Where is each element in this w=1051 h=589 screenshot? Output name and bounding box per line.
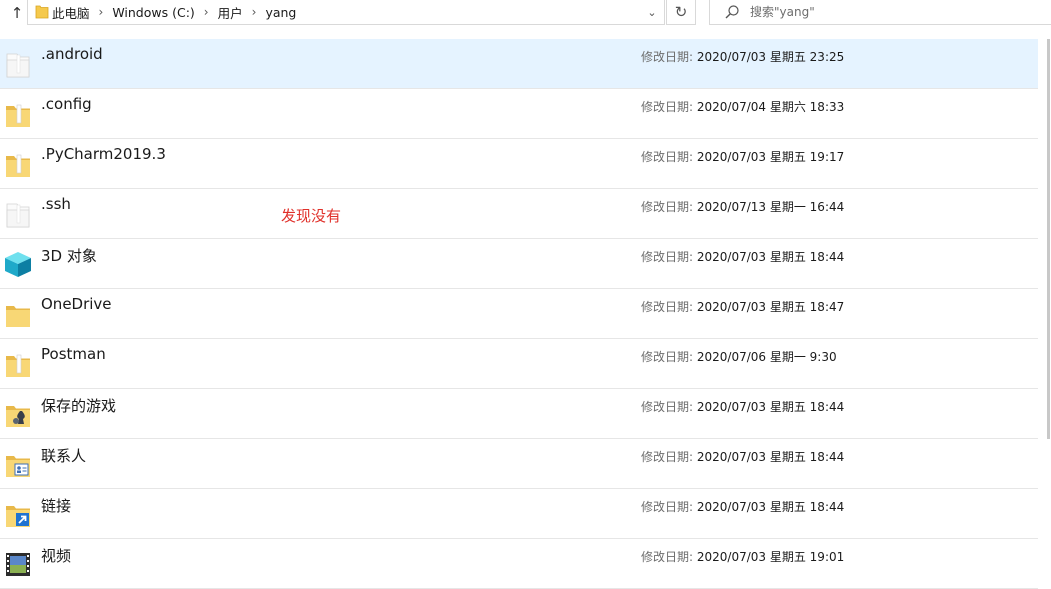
modified-date-value: 2020/07/03 星期五 23:25: [696, 50, 845, 64]
modified-date-value: 2020/07/03 星期五 18:44: [696, 500, 845, 514]
item-modified-date: 修改日期: 2020/07/03 星期五 18:44: [641, 398, 844, 415]
item-modified-date: 修改日期: 2020/07/03 星期五 19:01: [641, 548, 844, 565]
contacts-icon: [3, 449, 33, 479]
item-modified-date: 修改日期: 2020/07/03 星期五 18:44: [641, 248, 844, 265]
folder-icon: [3, 349, 33, 379]
breadcrumb-separator-icon[interactable]: ›: [99, 5, 104, 19]
item-name: 链接: [41, 497, 72, 515]
links-icon: [3, 499, 33, 529]
file-list-item[interactable]: 链接 修改日期: 2020/07/03 星期五 18:44: [0, 489, 1038, 539]
search-placeholder[interactable]: 搜索"yang": [750, 0, 815, 24]
item-modified-date: 修改日期: 2020/07/03 星期五 19:17: [641, 148, 844, 165]
folder-icon: [3, 149, 33, 179]
item-modified-date: 修改日期: 2020/07/03 星期五 18:47: [641, 298, 844, 315]
item-name: .config: [41, 95, 92, 113]
breadcrumb-yang[interactable]: yang: [265, 5, 296, 20]
file-list-item[interactable]: 3D 对象 修改日期: 2020/07/03 星期五 18:44: [0, 239, 1038, 289]
videos-icon: [3, 549, 33, 579]
modified-date-value: 2020/07/04 星期六 18:33: [696, 100, 845, 114]
saved-games-icon: [3, 399, 33, 429]
modified-date-label: 修改日期:: [641, 350, 694, 364]
modified-date-value: 2020/07/06 星期一 9:30: [696, 350, 837, 364]
modified-date-value: 2020/07/03 星期五 18:47: [696, 300, 845, 314]
modified-date-label: 修改日期:: [641, 450, 694, 464]
item-name: .ssh: [41, 195, 71, 213]
modified-date-label: 修改日期:: [641, 250, 694, 264]
file-list-item[interactable]: 视频 修改日期: 2020/07/03 星期五 19:01: [0, 539, 1038, 589]
breadcrumb-separator-icon[interactable]: ›: [252, 5, 257, 19]
onedrive-folder-icon: [3, 299, 33, 329]
modified-date-value: 2020/07/03 星期五 19:01: [696, 550, 845, 564]
item-modified-date: 修改日期: 2020/07/04 星期六 18:33: [641, 98, 844, 115]
item-name: .PyCharm2019.3: [41, 145, 166, 163]
breadcrumb-separator-icon[interactable]: ›: [204, 5, 209, 19]
search-icon: [725, 5, 739, 19]
item-name: .android: [41, 45, 103, 63]
modified-date-value: 2020/07/03 星期五 18:44: [696, 400, 845, 414]
up-arrow-icon[interactable]: ↑: [6, 2, 28, 24]
file-list-item[interactable]: 联系人 修改日期: 2020/07/03 星期五 18:44: [0, 439, 1038, 489]
item-name: 3D 对象: [41, 247, 97, 265]
address-bar[interactable]: 此电脑 › Windows (C:) › 用户 › yang ⌄: [27, 0, 665, 25]
folder-icon: [3, 99, 33, 129]
search-box[interactable]: 搜索"yang": [709, 0, 1051, 25]
file-list-item[interactable]: Postman 修改日期: 2020/07/06 星期一 9:30: [0, 339, 1038, 389]
chevron-down-icon[interactable]: ⌄: [640, 0, 664, 24]
item-name: 视频: [41, 547, 72, 565]
item-name: 联系人: [41, 447, 87, 465]
modified-date-label: 修改日期:: [641, 550, 694, 564]
item-modified-date: 修改日期: 2020/07/03 星期五 18:44: [641, 498, 844, 515]
item-name: Postman: [41, 345, 106, 363]
3d-objects-icon: [3, 249, 33, 279]
folder-plain-icon: [3, 49, 33, 79]
file-list-item[interactable]: .android 修改日期: 2020/07/03 星期五 23:25: [0, 39, 1038, 89]
annotation-text: 发现没有: [281, 207, 342, 225]
file-list: .android 修改日期: 2020/07/03 星期五 23:25 .confi…: [0, 39, 1038, 589]
breadcrumb-windows-drive[interactable]: Windows (C:): [112, 5, 194, 20]
file-list-item[interactable]: .ssh 修改日期: 2020/07/13 星期一 16:44: [0, 189, 1038, 239]
modified-date-label: 修改日期:: [641, 200, 694, 214]
modified-date-label: 修改日期:: [641, 100, 694, 114]
item-modified-date: 修改日期: 2020/07/03 星期五 23:25: [641, 48, 844, 65]
item-name: OneDrive: [41, 295, 112, 313]
modified-date-value: 2020/07/03 星期五 19:17: [696, 150, 845, 164]
refresh-icon[interactable]: ↻: [666, 0, 696, 25]
scrollbar-thumb[interactable]: [1047, 39, 1050, 439]
modified-date-value: 2020/07/03 星期五 18:44: [696, 450, 845, 464]
modified-date-value: 2020/07/13 星期一 16:44: [696, 200, 845, 214]
modified-date-label: 修改日期:: [641, 500, 694, 514]
modified-date-label: 修改日期:: [641, 150, 694, 164]
breadcrumb-this-pc[interactable]: 此电脑: [52, 3, 90, 22]
modified-date-label: 修改日期:: [641, 300, 694, 314]
address-toolbar: ↑ 此电脑 › Windows (C:) › 用户 › yang ⌄ ↻ 搜索"…: [0, 0, 1051, 26]
modified-date-label: 修改日期:: [641, 50, 694, 64]
breadcrumb-users[interactable]: 用户: [218, 3, 243, 22]
file-list-item[interactable]: .PyCharm2019.3 修改日期: 2020/07/03 星期五 19:17: [0, 139, 1038, 189]
folder-plain-icon: [3, 199, 33, 229]
modified-date-value: 2020/07/03 星期五 18:44: [696, 250, 845, 264]
item-modified-date: 修改日期: 2020/07/06 星期一 9:30: [641, 348, 837, 365]
item-modified-date: 修改日期: 2020/07/03 星期五 18:44: [641, 448, 844, 465]
modified-date-label: 修改日期:: [641, 400, 694, 414]
folder-icon: [35, 5, 49, 19]
file-list-item[interactable]: 保存的游戏 修改日期: 2020/07/03 星期五 18:44: [0, 389, 1038, 439]
item-modified-date: 修改日期: 2020/07/13 星期一 16:44: [641, 198, 844, 215]
file-list-item[interactable]: .config 修改日期: 2020/07/04 星期六 18:33: [0, 89, 1038, 139]
file-list-item[interactable]: OneDrive 修改日期: 2020/07/03 星期五 18:47: [0, 289, 1038, 339]
item-name: 保存的游戏: [41, 397, 117, 415]
breadcrumb: 此电脑 › Windows (C:) › 用户 › yang: [52, 0, 296, 24]
